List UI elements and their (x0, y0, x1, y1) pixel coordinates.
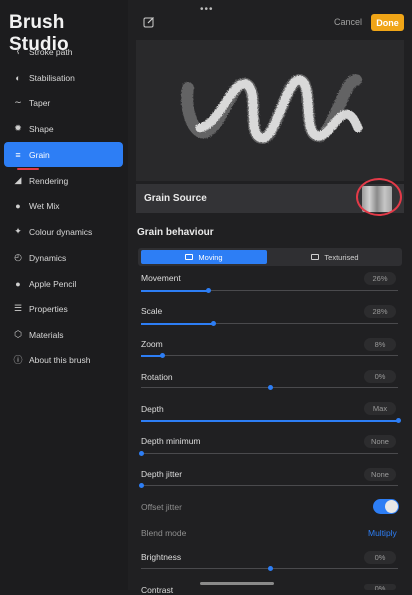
depth-jitter-value[interactable]: None (364, 468, 396, 481)
sidebar-item-dynamics[interactable]: ◴ Dynamics (4, 245, 123, 270)
sidebar-item-label: Materials (29, 329, 64, 340)
done-button[interactable]: Done (371, 14, 404, 31)
sidebar-item-stabilisation[interactable]: ◐ Stabilisation (4, 65, 123, 90)
rendering-icon: ◢ (14, 175, 22, 185)
grain-behaviour-title: Grain behaviour (137, 227, 214, 238)
sidebar-item-rendering[interactable]: ◢ Rendering (4, 168, 123, 193)
shape-icon: ✹ (14, 123, 22, 133)
sidebar-item-about[interactable]: ⓘ About this brush (4, 347, 123, 372)
about-icon: ⓘ (13, 355, 23, 365)
slider-knob[interactable] (159, 353, 165, 358)
sidebar-item-label: Apple Pencil (29, 278, 77, 289)
sidebar-item-wet-mix[interactable]: ● Wet Mix (4, 193, 123, 218)
sidebar-item-label: Shape (29, 123, 54, 134)
edit-icon[interactable] (143, 16, 155, 28)
stroke-path-icon: ⌇ (15, 46, 21, 56)
sidebar-item-label: Properties (29, 303, 68, 314)
slider-knob[interactable] (205, 288, 211, 293)
scale-slider[interactable] (141, 321, 398, 326)
depth-jitter-label: Depth jitter (141, 469, 183, 479)
tab-label: Moving (198, 252, 223, 262)
stabilisation-icon: ◐ (15, 72, 21, 83)
rotation-label: Rotation (141, 372, 173, 382)
sidebar-item-label: Dynamics (29, 252, 67, 263)
sidebar-item-grain[interactable]: ≡ Grain (4, 142, 123, 167)
grain-icon: ≡ (15, 149, 21, 160)
colour-dynamics-icon: ✦ (14, 226, 22, 236)
movement-label: Movement (141, 273, 181, 283)
rotation-value[interactable]: 0% (364, 370, 396, 383)
slider-fill (141, 289, 208, 292)
sidebar-item-label: Grain (29, 149, 50, 160)
sidebar-item-stroke-path[interactable]: ⌇ Stroke path (4, 39, 123, 64)
depth-label: Depth (141, 404, 164, 414)
depth-minimum-label: Depth minimum (141, 436, 201, 446)
tab-moving[interactable]: Moving (141, 250, 267, 264)
sidebar-item-label: Wet Mix (29, 200, 60, 211)
sidebar-item-label: Rendering (29, 175, 69, 186)
properties-icon: ☰ (13, 303, 23, 313)
zoom-slider[interactable] (141, 353, 398, 358)
blend-mode-label: Blend mode (141, 528, 187, 538)
zoom-label: Zoom (141, 339, 163, 349)
sidebar-item-label: Colour dynamics (29, 226, 93, 237)
slider-knob[interactable] (139, 483, 144, 488)
slider-fill (141, 322, 213, 325)
slider-fill (141, 419, 398, 422)
sidebar-item-label: Taper (29, 97, 51, 108)
depth-jitter-slider[interactable] (139, 483, 398, 488)
brightness-value[interactable]: 0% (364, 551, 396, 564)
grain-source-label: Grain Source (144, 193, 207, 204)
sidebar-item-label: Stabilisation (29, 72, 75, 83)
scrollbar[interactable] (200, 582, 274, 585)
slider-knob[interactable] (267, 385, 273, 390)
contrast-label: Contrast (141, 585, 174, 595)
more-dots-icon[interactable]: ••• (200, 4, 214, 15)
slider-knob[interactable] (139, 451, 144, 456)
tab-label: Texturised (324, 252, 359, 262)
sidebar-item-label: Stroke path (29, 46, 73, 57)
taper-icon: ∼ (14, 97, 22, 107)
brightness-slider[interactable] (141, 566, 398, 571)
sidebar-item-properties[interactable]: ☰ Properties (4, 296, 123, 321)
offset-jitter-toggle[interactable] (373, 499, 399, 514)
slider-knob[interactable] (267, 566, 273, 571)
cancel-button[interactable]: Cancel (334, 17, 362, 27)
moving-icon (185, 254, 194, 260)
tab-texturised[interactable]: Texturised (270, 250, 400, 264)
depth-value[interactable]: Max (364, 402, 396, 415)
slider-fill (141, 354, 162, 357)
scale-label: Scale (141, 306, 163, 316)
toggle-knob (385, 500, 398, 513)
sidebar-item-shape[interactable]: ✹ Shape (4, 116, 123, 141)
zoom-value[interactable]: 8% (364, 338, 396, 351)
depth-minimum-value[interactable]: None (364, 435, 396, 448)
sidebar-item-label: About this brush (29, 354, 91, 365)
sidebar-item-taper[interactable]: ∼ Taper (4, 90, 123, 115)
wet-mix-icon: ● (15, 200, 21, 211)
movement-slider[interactable] (141, 288, 398, 293)
sidebar-item-colour-dynamics[interactable]: ✦ Colour dynamics (4, 219, 123, 244)
contrast-value[interactable]: 0% (364, 584, 396, 590)
texturised-icon (311, 254, 320, 260)
brush-preview[interactable] (136, 40, 404, 181)
sidebar-item-apple-pencil[interactable]: ● Apple Pencil (4, 271, 123, 296)
sidebar-item-materials[interactable]: ⬡ Materials (4, 322, 123, 347)
depth-minimum-slider[interactable] (139, 451, 398, 456)
offset-jitter-label: Offset jitter (141, 502, 182, 512)
depth-slider[interactable] (141, 418, 401, 423)
movement-value[interactable]: 26% (364, 272, 396, 285)
apple-pencil-icon: ● (15, 278, 21, 289)
materials-icon: ⬡ (14, 329, 22, 339)
rotation-slider[interactable] (141, 385, 398, 390)
dynamics-icon: ◴ (14, 252, 22, 262)
blend-mode-value[interactable]: Multiply (368, 528, 397, 538)
annotation-circle (356, 178, 402, 216)
brightness-label: Brightness (141, 552, 182, 562)
slider-knob[interactable] (210, 321, 216, 326)
scale-value[interactable]: 28% (364, 305, 396, 318)
slider-knob[interactable] (396, 418, 401, 423)
brush-stroke-preview (181, 74, 363, 144)
